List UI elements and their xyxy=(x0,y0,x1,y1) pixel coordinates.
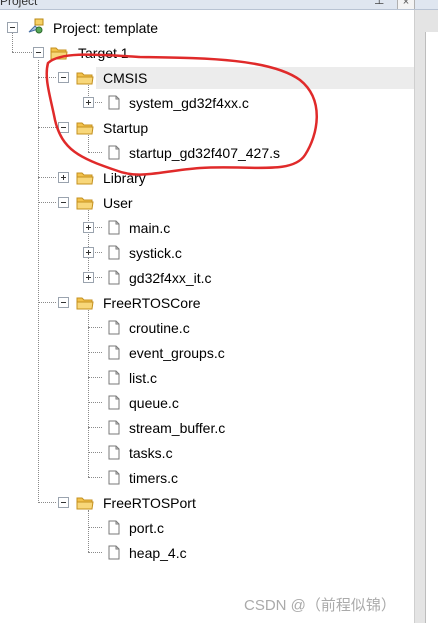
cmsis-label: CMSIS xyxy=(103,70,148,86)
tree-node-freertoscore[interactable]: FreeRTOSCore xyxy=(0,292,414,314)
tree-node-library[interactable]: Library xyxy=(0,167,414,189)
file-label: main.c xyxy=(129,220,171,236)
tree-node-freertosport[interactable]: FreeRTOSPort xyxy=(0,492,414,514)
tree-node-file[interactable]: gd32f4xx_it.c xyxy=(0,267,414,289)
tree-node-file[interactable]: queue.c xyxy=(0,392,414,414)
file-label: gd32f4xx_it.c xyxy=(129,270,212,286)
file-label: heap_4.c xyxy=(129,545,187,561)
tree-node-user[interactable]: User xyxy=(0,192,414,214)
file-label: stream_buffer.c xyxy=(129,420,226,436)
folder-icon xyxy=(76,72,94,85)
file-icon xyxy=(108,395,120,410)
collapse-icon[interactable] xyxy=(58,72,69,83)
folder-icon xyxy=(76,172,94,185)
tree-node-file[interactable]: list.c xyxy=(0,367,414,389)
tree-node-file[interactable]: stream_buffer.c xyxy=(0,417,414,439)
collapse-icon[interactable] xyxy=(58,122,69,133)
collapse-icon[interactable] xyxy=(58,497,69,508)
file-icon xyxy=(108,245,120,260)
folder-icon xyxy=(50,47,68,60)
project-tree: Project: template Target 1 CMSIS system_… xyxy=(0,10,414,623)
file-label: event_groups.c xyxy=(129,345,225,361)
file-icon xyxy=(108,420,120,435)
close-button[interactable]: × xyxy=(397,0,415,9)
file-icon xyxy=(108,370,120,385)
file-icon xyxy=(108,220,120,235)
expand-icon[interactable] xyxy=(83,222,94,233)
file-label: startup_gd32f407_427.s xyxy=(129,145,281,161)
tree-node-file[interactable]: heap_4.c xyxy=(0,542,414,564)
tree-node-file[interactable]: startup_gd32f407_427.s xyxy=(0,142,414,164)
file-label: systick.c xyxy=(129,245,182,261)
file-icon xyxy=(108,445,120,460)
expand-icon[interactable] xyxy=(83,272,94,283)
tree-node-file[interactable]: main.c xyxy=(0,217,414,239)
panel-titlebar: Project ⊥ × xyxy=(0,0,438,10)
tree-node-project[interactable]: Project: template xyxy=(0,17,414,39)
user-label: User xyxy=(103,195,133,211)
expand-icon[interactable] xyxy=(83,97,94,108)
file-label: system_gd32f4xx.c xyxy=(129,95,249,111)
freertoscore-label: FreeRTOSCore xyxy=(103,295,201,311)
tree-node-startup[interactable]: Startup xyxy=(0,117,414,139)
tree-node-target[interactable]: Target 1 xyxy=(0,42,414,64)
collapse-icon[interactable] xyxy=(58,297,69,308)
file-label: timers.c xyxy=(129,470,178,486)
adjacent-panel xyxy=(414,10,438,623)
file-label: croutine.c xyxy=(129,320,190,336)
expand-icon[interactable] xyxy=(83,247,94,258)
startup-label: Startup xyxy=(103,120,149,136)
watermark: CSDN @（前程似锦） xyxy=(244,597,396,614)
target-label: Target 1 xyxy=(78,45,129,61)
collapse-icon[interactable] xyxy=(33,47,44,58)
library-label: Library xyxy=(103,170,146,186)
file-icon xyxy=(108,145,120,160)
tree-node-file[interactable]: tasks.c xyxy=(0,442,414,464)
folder-icon xyxy=(76,297,94,310)
file-label: tasks.c xyxy=(129,445,173,461)
folder-icon xyxy=(76,122,94,135)
adjacent-panel-body xyxy=(425,32,438,623)
tree-node-file[interactable]: croutine.c xyxy=(0,317,414,339)
tree-node-file[interactable]: timers.c xyxy=(0,467,414,489)
file-icon xyxy=(108,470,120,485)
file-icon xyxy=(108,320,120,335)
pin-icon[interactable]: ⊥ xyxy=(374,0,384,7)
file-icon xyxy=(108,270,120,285)
tree-node-file[interactable]: event_groups.c xyxy=(0,342,414,364)
collapse-icon[interactable] xyxy=(7,22,18,33)
project-icon xyxy=(28,18,44,34)
file-icon xyxy=(108,95,120,110)
tree-node-file[interactable]: system_gd32f4xx.c xyxy=(0,92,414,114)
file-label: list.c xyxy=(129,370,157,386)
file-label: queue.c xyxy=(129,395,179,411)
project-label: Project: template xyxy=(53,20,159,36)
file-icon xyxy=(108,345,120,360)
folder-icon xyxy=(76,497,94,510)
collapse-icon[interactable] xyxy=(58,197,69,208)
tree-node-file[interactable]: port.c xyxy=(0,517,414,539)
file-icon xyxy=(108,520,120,535)
expand-icon[interactable] xyxy=(58,172,69,183)
tree-node-file[interactable]: systick.c xyxy=(0,242,414,264)
tree-node-cmsis[interactable]: CMSIS xyxy=(0,67,414,89)
panel-title: Project xyxy=(0,0,38,8)
folder-icon xyxy=(76,197,94,210)
freertosport-label: FreeRTOSPort xyxy=(103,495,196,511)
file-icon xyxy=(108,545,120,560)
file-label: port.c xyxy=(129,520,165,536)
